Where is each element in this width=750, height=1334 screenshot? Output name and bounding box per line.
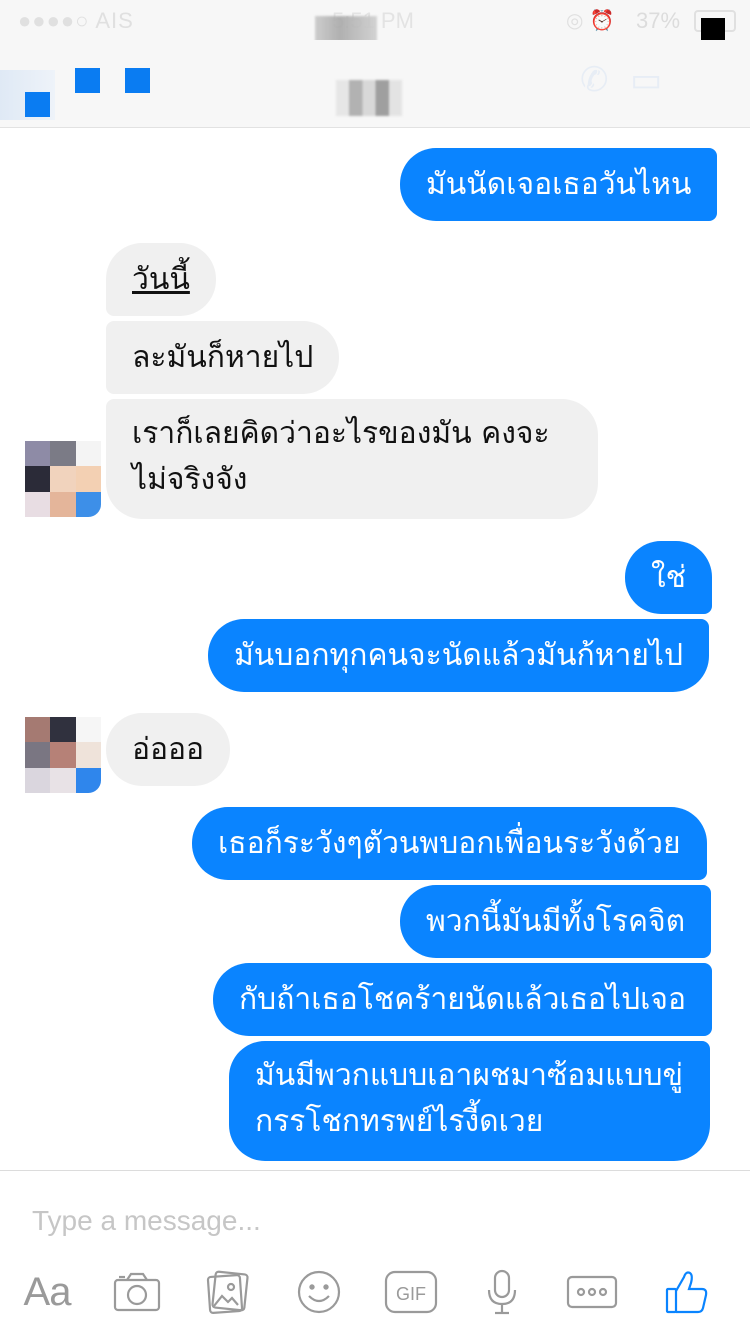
battery-percent: 37% <box>636 8 681 33</box>
header-pixel-icon <box>75 68 100 93</box>
microphone-button[interactable] <box>484 1267 520 1317</box>
header-pixel-icon <box>125 68 150 93</box>
alarm-icon: ◎ ⏰ <box>566 8 615 32</box>
message-bubble-outgoing[interactable]: มันบอกทุกคนจะนัดแล้วมันก้หายไป <box>208 619 710 692</box>
time-blur <box>315 16 377 42</box>
camera-button[interactable] <box>112 1267 162 1317</box>
avatar[interactable] <box>25 717 101 793</box>
contact-name-blurred[interactable] <box>336 80 402 116</box>
carrier-label: ●●●●○ AIS <box>18 8 134 33</box>
message-input[interactable] <box>32 1199 632 1243</box>
back-chevron-icon <box>25 92 50 117</box>
conversation-header: ✆ ▭ <box>0 40 750 128</box>
emoji-icon <box>297 1270 341 1314</box>
message-bubble-outgoing[interactable]: ใช่ <box>625 541 713 614</box>
more-icon <box>566 1275 618 1309</box>
microphone-icon <box>487 1269 517 1315</box>
composer: Aa <box>0 1170 750 1334</box>
text-format-button[interactable]: Aa <box>20 1267 74 1317</box>
message-list: มันนัดเจอเธอวันไหน วันนี้ ละมันก็หายไป เ… <box>0 129 750 1169</box>
message-bubble-incoming[interactable]: ละมันก็หายไป <box>106 321 340 394</box>
call-icon[interactable]: ✆ ▭ <box>580 60 730 120</box>
like-button[interactable] <box>664 1267 710 1317</box>
status-bar: ●●●●○ AIS 5:51 PM ◎ ⏰ 37% <box>0 0 750 42</box>
more-button[interactable] <box>566 1267 618 1317</box>
like-icon <box>665 1271 708 1314</box>
avatar[interactable] <box>25 441 101 517</box>
gif-button[interactable]: GIF <box>384 1267 438 1317</box>
gif-icon: GIF <box>384 1270 438 1314</box>
message-bubble-outgoing[interactable]: มันมีพวกแบบเอาผชมาซ้อมแบบขู่กรรโชกทรพย์ไ… <box>229 1041 710 1161</box>
redaction-block <box>701 18 725 42</box>
emoji-button[interactable] <box>296 1267 342 1317</box>
photo-button[interactable] <box>205 1267 251 1317</box>
message-bubble-outgoing[interactable]: พวกนี้มันมีทั้งโรคจิต <box>400 885 712 958</box>
gif-label: GIF <box>396 1284 426 1304</box>
message-bubble-outgoing[interactable]: มันนัดเจอเธอวันไหน <box>400 148 718 221</box>
message-bubble-outgoing[interactable]: เธอก็ระวังๆตัวนพบอกเพื่อนระวังด้วย <box>192 807 707 880</box>
photo-icon <box>206 1270 249 1314</box>
camera-icon <box>113 1272 161 1312</box>
message-bubble-incoming[interactable]: วันนี้ <box>106 243 216 316</box>
message-bubble-outgoing[interactable]: กับถ้าเธอโชคร้ายนัดแล้วเธอไปเจอ <box>213 963 712 1036</box>
message-bubble-incoming[interactable]: อ่อออ <box>106 713 231 786</box>
composer-toolbar: Aa GIF <box>0 1267 750 1323</box>
text-format-label: Aa <box>23 1269 72 1314</box>
message-bubble-incoming[interactable]: เราก็เลยคิดว่าอะไรของมัน คงจะไม่จริงจัง <box>106 399 598 519</box>
